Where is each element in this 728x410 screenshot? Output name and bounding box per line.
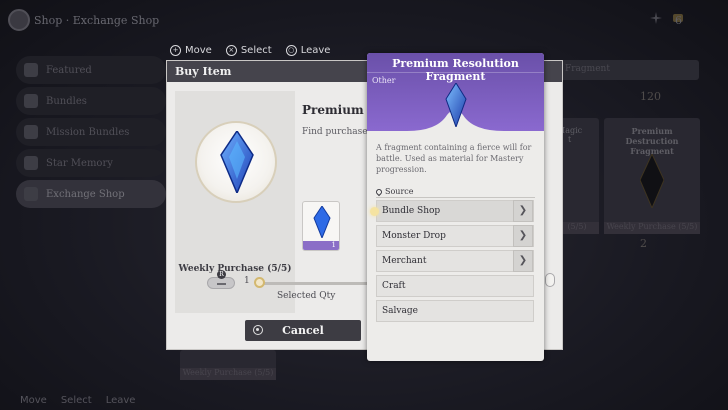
title-divider [367, 72, 544, 73]
x-button-icon: × [225, 45, 237, 56]
source-item-label: Bundle Shop [382, 206, 441, 216]
selection-cursor-icon [370, 207, 379, 216]
cancel-label: Cancel [282, 324, 324, 337]
source-divider [376, 197, 535, 198]
item-detail-description: A fragment containing a fierce will for … [376, 143, 532, 174]
hint-label: Select [240, 45, 272, 56]
source-item-salvage[interactable]: Salvage [376, 300, 534, 322]
location-pin-icon [374, 187, 384, 196]
source-item-label: Merchant [382, 256, 427, 266]
source-item-craft[interactable]: Craft [376, 275, 534, 297]
source-item-merchant[interactable]: Merchant ❯ [376, 250, 534, 272]
resolution-crystal-icon [445, 83, 467, 127]
dpad-icon: + [170, 45, 181, 56]
resolution-crystal-icon [220, 131, 254, 193]
hint-label: Move [185, 45, 212, 56]
thumb-count: 1 [303, 241, 339, 250]
chevron-right-icon[interactable]: ❯ [513, 225, 533, 247]
hint-leave: ○ Leave [285, 45, 331, 56]
source-item-label: Monster Drop [382, 231, 446, 241]
source-list: Bundle Shop ❯ Monster Drop ❯ Merchant ❯ … [376, 200, 534, 325]
cancel-button[interactable]: Cancel [245, 320, 361, 341]
selected-qty-label: Selected Qty [277, 291, 336, 301]
source-item-bundle-shop[interactable]: Bundle Shop ❯ [376, 200, 534, 222]
item-description: Find purchased [302, 127, 374, 137]
qty-slider-track[interactable] [257, 282, 377, 285]
o-button-icon: ○ [285, 45, 297, 56]
qty-min-value: 1 [244, 276, 250, 286]
o-button-icon [253, 325, 263, 335]
chevron-right-icon[interactable]: ❯ [513, 250, 533, 272]
increase-qty-button[interactable] [545, 273, 555, 287]
source-header: Source [374, 187, 414, 196]
source-item-monster-drop[interactable]: Monster Drop ❯ [376, 225, 534, 247]
decrease-qty-button[interactable]: R [207, 270, 235, 289]
source-header-label: Source [385, 187, 414, 196]
chevron-right-icon[interactable]: ❯ [513, 200, 533, 222]
hint-label: Leave [300, 45, 331, 56]
control-hints-bottom: Move Select Leave [20, 395, 135, 406]
item-thumbnail[interactable]: 1 [302, 201, 340, 251]
item-detail-card: Premium Resolution Fragment Other A frag… [367, 53, 544, 361]
item-category: Other [372, 76, 396, 85]
source-item-label: Salvage [382, 306, 418, 316]
hint-move: + Move [170, 45, 212, 56]
hint-select: × Select [225, 45, 272, 56]
hint-label: Move [20, 395, 47, 406]
source-item-label: Craft [382, 281, 406, 291]
hint-label: Leave [105, 395, 136, 406]
control-hints: + Move × Select ○ Leave [170, 45, 330, 56]
item-preview-circle [195, 121, 277, 203]
qty-slider-knob[interactable] [254, 277, 265, 288]
crystal-thumb-icon [313, 206, 331, 238]
r-button-badge: R [217, 270, 226, 279]
hint-label: Select [60, 395, 92, 406]
minus-icon [217, 283, 226, 285]
